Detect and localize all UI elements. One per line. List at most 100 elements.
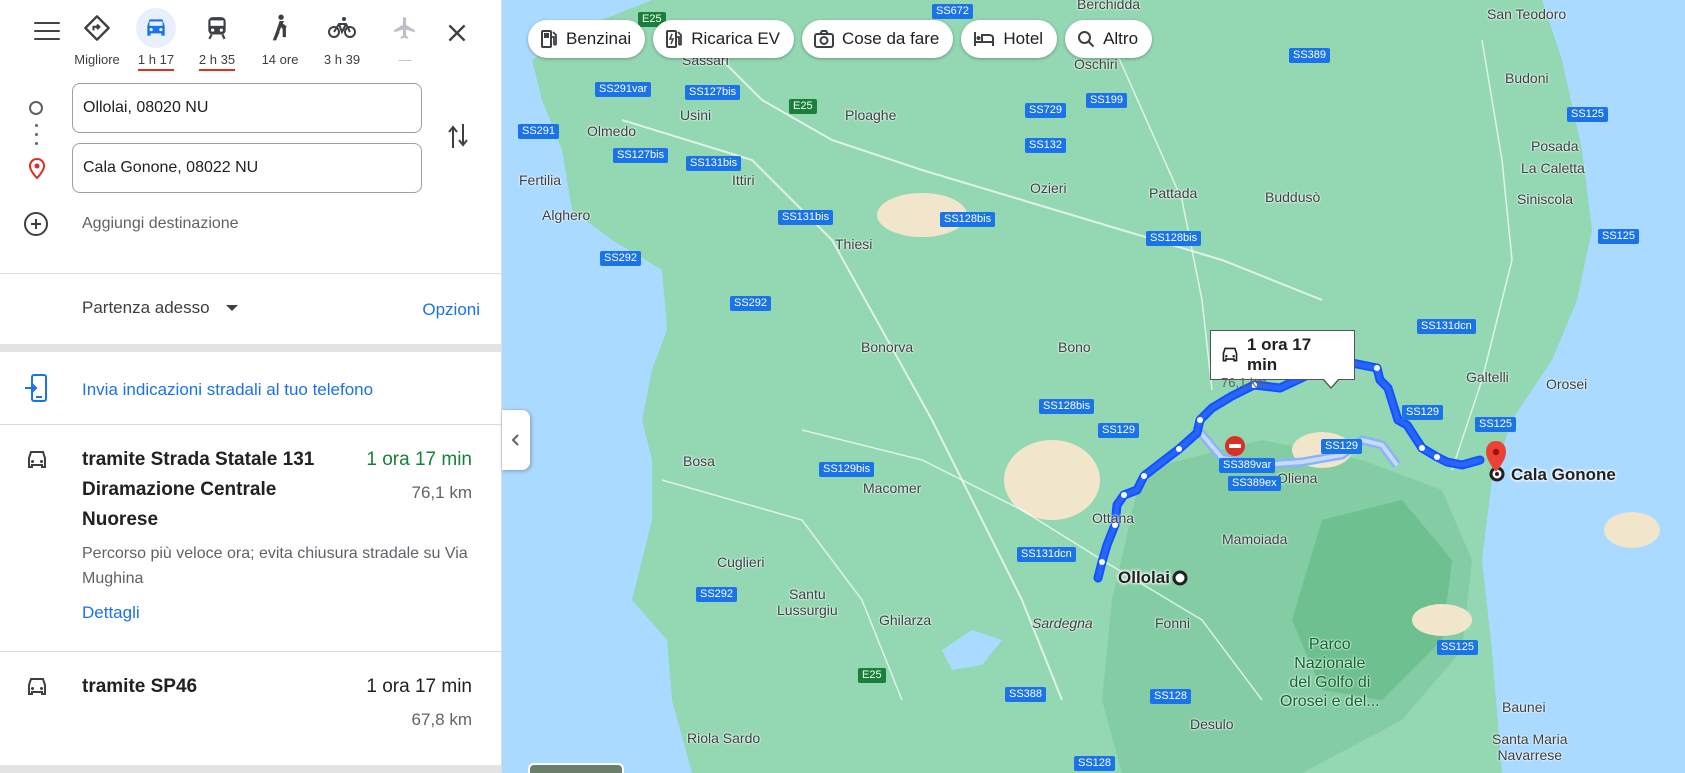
road-shield: SS127bis xyxy=(613,148,669,163)
chip-ev-charging[interactable]: Ricarica EV xyxy=(653,20,795,58)
mode-flight[interactable]: — xyxy=(374,8,436,67)
mode-bike[interactable]: 3 h 39 xyxy=(311,8,373,67)
menu-button[interactable] xyxy=(34,22,60,44)
road-shield: SS125 xyxy=(1437,640,1479,655)
options-link[interactable]: Opzioni xyxy=(422,300,480,320)
camera-icon xyxy=(814,30,835,48)
origin-input[interactable] xyxy=(83,99,411,117)
route-details-link[interactable]: Dettagli xyxy=(82,603,140,623)
road-shield: SS672 xyxy=(932,4,974,19)
origin-input-box[interactable] xyxy=(72,83,422,133)
mode-car[interactable]: 1 h 17 xyxy=(125,8,187,71)
destination-input-box[interactable] xyxy=(72,143,422,193)
road-shield: SS128bis xyxy=(1039,399,1095,414)
mode-label: 2 h 35 xyxy=(198,52,236,71)
menu-icon-line xyxy=(34,38,60,40)
chip-hotels[interactable]: Hotel xyxy=(961,20,1058,58)
place-label: Orosei xyxy=(1546,376,1588,392)
mode-walk[interactable]: 14 ore xyxy=(249,8,311,67)
close-directions-button[interactable] xyxy=(444,20,470,46)
route-callout[interactable]: 1 ora 17 min 76,1 km xyxy=(1210,330,1355,390)
callout-duration: 1 ora 17 min xyxy=(1246,335,1312,374)
place-label: Ghilarza xyxy=(879,612,932,628)
place-label: Bosa xyxy=(683,453,715,469)
menu-icon-line xyxy=(34,22,60,24)
google-maps-directions: Migliore 1 h 17 2 h 35 14 ore 3 h 39 — O… xyxy=(0,0,1685,773)
place-label: Santu Lussurgiu xyxy=(777,586,838,618)
place-label: Fonni xyxy=(1155,615,1191,631)
departure-dropdown[interactable]: Partenza adesso xyxy=(82,298,238,318)
add-destination-button[interactable]: Aggiungi destinazione xyxy=(0,204,501,244)
chip-label: Ricarica EV xyxy=(691,29,781,48)
departure-label: Partenza adesso xyxy=(82,298,210,317)
divider xyxy=(0,344,501,352)
place-label: La Caletta xyxy=(1521,160,1585,176)
place-label: San Teodoro xyxy=(1487,6,1567,22)
car-icon xyxy=(1222,347,1238,362)
road-shield: SS128bis xyxy=(1146,231,1202,246)
bed-icon xyxy=(974,32,995,46)
place-label: Bonorva xyxy=(861,339,914,355)
layers-thumbnail[interactable] xyxy=(528,763,624,773)
place-label: Macomer xyxy=(863,480,922,496)
road-shield: SS199 xyxy=(1086,93,1128,108)
chip-label: Hotel xyxy=(1003,29,1044,48)
chip-label: Cose da fare xyxy=(842,29,940,48)
place-label: Sardegna xyxy=(1032,615,1093,631)
place-label: Ittiri xyxy=(732,172,755,188)
directions-panel: Migliore 1 h 17 2 h 35 14 ore 3 h 39 — O… xyxy=(0,0,502,773)
road-shield: SS291var xyxy=(595,82,652,97)
place-label: Budoni xyxy=(1505,70,1549,86)
origin-label: Ollolai xyxy=(1118,568,1170,587)
route-description: Percorso più veloce ora; evita chiusura … xyxy=(82,545,468,587)
destination-input[interactable] xyxy=(83,159,411,177)
road-shield: SS125 xyxy=(1475,417,1517,432)
road-shield: SS291 xyxy=(518,124,560,139)
road-shield: SS131bis xyxy=(686,156,742,171)
road-shield: SS129 xyxy=(1098,423,1140,438)
road-shield: SS131dcn xyxy=(1417,319,1476,334)
mode-transit[interactable]: 2 h 35 xyxy=(186,8,248,71)
place-label: Cuglieri xyxy=(717,554,765,570)
route-option-1[interactable]: tramite Strada Statale 131 Diramazione C… xyxy=(0,445,501,645)
chip-gas-stations[interactable]: Benzinai xyxy=(528,20,646,58)
road-shield: SS128 xyxy=(1150,689,1192,704)
route-inputs: Aggiungi destinazione xyxy=(0,80,501,270)
ev-charging-icon xyxy=(666,30,683,48)
departure-row: Partenza adesso Opzioni xyxy=(0,290,501,340)
route-duration: 1 ora 17 min xyxy=(366,449,472,470)
place-label: Galtelli xyxy=(1466,369,1509,385)
collapse-panel-button[interactable] xyxy=(502,410,530,470)
park-label: Parco Nazionale del Golfo di Orosei e de… xyxy=(1280,636,1380,710)
send-to-phone-row[interactable]: Invia indicazioni stradali al tuo telefo… xyxy=(0,356,501,424)
mode-label: 14 ore xyxy=(261,52,299,67)
chip-label: Altro xyxy=(1103,29,1139,48)
road-shield: SS292 xyxy=(730,296,772,311)
place-label: Riola Sardo xyxy=(687,730,761,746)
road-shield: SS292 xyxy=(696,587,738,602)
swap-icon xyxy=(448,124,468,148)
road-shield: SS129 xyxy=(1321,439,1363,454)
road-shield: SS389 xyxy=(1289,48,1331,63)
mode-label: 3 h 39 xyxy=(323,52,361,67)
route-duration: 1 ora 17 min xyxy=(366,676,472,697)
place-label: Desulo xyxy=(1190,716,1234,732)
chip-more[interactable]: Altro xyxy=(1065,20,1153,58)
road-shield: SS125 xyxy=(1567,107,1609,122)
category-chips: Benzinai Ricarica EV Cose da fare Hotel … xyxy=(528,20,1153,60)
chip-things-to-do[interactable]: Cose da fare xyxy=(802,20,954,58)
place-label: Mamoiada xyxy=(1222,531,1288,547)
road-shield: SS125 xyxy=(1598,229,1640,244)
road-shield: SS128bis xyxy=(940,212,996,227)
airplane-icon xyxy=(385,8,425,48)
place-label: Usini xyxy=(680,107,712,123)
place-label: Pattada xyxy=(1149,185,1198,201)
train-icon xyxy=(197,8,237,48)
route-option-2[interactable]: tramite SP46 1 ora 17 min 67,8 km xyxy=(0,672,501,752)
map-canvas[interactable]: Berchidda San Teodoro Sassari Oschiri Bu… xyxy=(502,0,1685,773)
mode-best[interactable]: Migliore xyxy=(66,8,128,67)
route-dots-icon xyxy=(35,124,39,151)
road-shield: SS128 xyxy=(1074,756,1116,771)
swap-origin-destination-button[interactable] xyxy=(446,120,470,152)
destination-pin-icon xyxy=(28,157,46,185)
